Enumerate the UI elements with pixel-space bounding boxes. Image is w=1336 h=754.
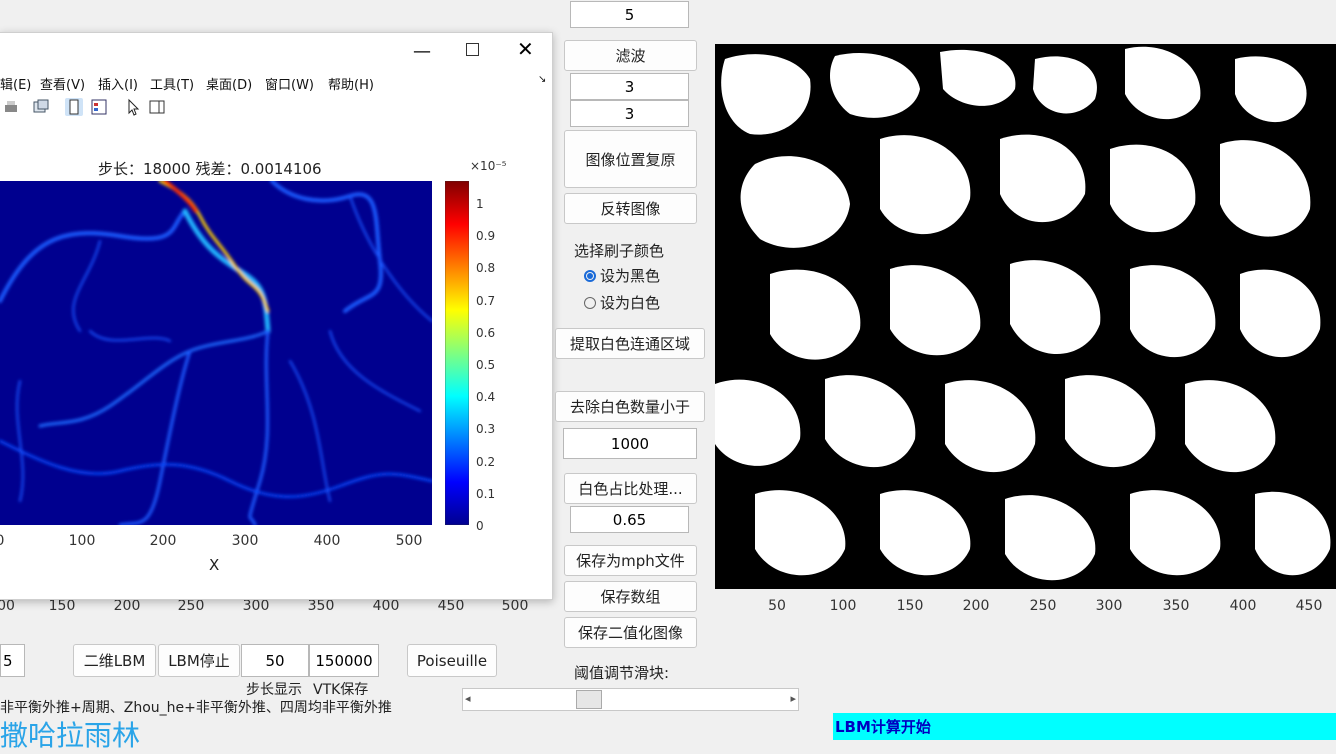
minimize-icon[interactable]: —: [413, 41, 431, 62]
image-x-tick: 200: [962, 598, 990, 614]
maximize-icon[interactable]: [466, 43, 479, 56]
main-axis-x-tick: 250: [177, 598, 205, 614]
white-ratio-button[interactable]: 白色占比处理...: [564, 473, 697, 504]
plot-browser-icon[interactable]: [148, 98, 166, 116]
menu-desktop[interactable]: 桌面(D): [206, 74, 252, 93]
colorbar[interactable]: [445, 181, 469, 525]
main-axis-x-tick: 300: [242, 598, 270, 614]
slider-left-arrow-icon[interactable]: ◂: [465, 692, 471, 705]
invert-image-button[interactable]: 反转图像: [564, 193, 697, 224]
brush-color-label: 选择刷子颜色: [574, 242, 665, 260]
colorbar-tick: 0.8: [476, 261, 496, 276]
reset-image-position-button[interactable]: 图像位置复原: [564, 130, 697, 188]
radio-black[interactable]: 设为黑色: [584, 265, 660, 286]
lbm-2d-button[interactable]: 二维LBM: [73, 644, 156, 677]
plot-x-tick: 100: [68, 533, 96, 549]
colorbar-tick: 0.5: [476, 358, 496, 372]
colorbar-tick: 0.9: [476, 229, 496, 244]
figure-menubar: 辑(E) 查看(V) 插入(I) 工具(T) 桌面(D) 窗口(W) 帮助(H)…: [0, 71, 552, 93]
main-axis-x-tick: 500: [501, 598, 529, 614]
white-ratio-field[interactable]: 0.65: [570, 506, 689, 533]
radio-black-label: 设为黑色: [600, 267, 661, 285]
velocity-field-plot[interactable]: [0, 181, 432, 525]
colorbar-tick: 0.6: [476, 325, 496, 340]
link-figure-icon[interactable]: [32, 98, 50, 116]
dock-arrow-icon[interactable]: ↘: [538, 74, 546, 85]
plot-x-tick: 400: [313, 533, 341, 549]
menu-window[interactable]: 窗口(W): [265, 74, 314, 93]
plot-x-tick: 0: [0, 533, 4, 549]
remove-small-white-button[interactable]: 去除白色数量小于: [555, 391, 705, 422]
filter-param1-field[interactable]: 3: [570, 73, 689, 100]
menu-tools[interactable]: 工具(T): [150, 74, 194, 93]
figure-window[interactable]: — ✕ 辑(E) 查看(V) 插入(I) 工具(T) 桌面(D) 窗口(W) 帮…: [0, 32, 553, 600]
watermark-text: 撒哈拉雨林: [0, 719, 141, 752]
radio-black-indicator[interactable]: [584, 269, 596, 282]
colorbar-tick: 0.7: [476, 293, 496, 308]
menu-help[interactable]: 帮助(H): [328, 74, 374, 93]
close-icon[interactable]: ✕: [517, 37, 534, 61]
plot-title: 步长：18000 残差：0.0014106: [98, 160, 322, 178]
left-value-field[interactable]: 5: [0, 644, 25, 677]
save-mph-button[interactable]: 保存为mph文件: [564, 545, 697, 576]
radio-white-label: 设为白色: [600, 294, 661, 312]
colorbar-tick: 0.4: [476, 390, 496, 405]
colorbar-tick: 0: [476, 519, 484, 533]
figure-toolbar: [0, 93, 552, 123]
main-axis-x-tick: 150: [48, 598, 76, 614]
slider-thumb[interactable]: [576, 690, 603, 709]
radio-white[interactable]: 设为白色: [584, 292, 660, 313]
step-display-field[interactable]: 50: [241, 644, 309, 677]
remove-threshold-field[interactable]: 1000: [563, 428, 697, 459]
main-axis-x-tick: 400: [372, 598, 400, 614]
threshold-slider-label: 阈值调节滑块:: [574, 664, 670, 682]
menu-edit[interactable]: 辑(E): [0, 74, 31, 93]
figure-title-bar[interactable]: — ✕: [0, 33, 552, 71]
print-icon[interactable]: [2, 98, 20, 116]
plot-x-tick: 500: [395, 533, 423, 549]
vtk-save-field[interactable]: 150000: [309, 644, 379, 677]
pointer-icon[interactable]: [124, 98, 142, 116]
slider-right-arrow-icon[interactable]: ▸: [790, 692, 796, 705]
plot-x-tick: 200: [149, 533, 177, 549]
image-x-tick: 250: [1029, 598, 1057, 614]
filter-button[interactable]: 滤波: [564, 40, 697, 71]
image-x-tick: 450: [1295, 598, 1323, 614]
vtk-save-label: VTK保存: [313, 682, 369, 698]
main-axis-x-tick: 200: [113, 598, 141, 614]
figure-mode-icon[interactable]: [65, 98, 83, 116]
threshold-slider[interactable]: ◂ ▸: [462, 688, 799, 711]
main-axis-x-tick: 350: [307, 598, 335, 614]
extract-white-region-button[interactable]: 提取白色连通区域: [555, 328, 705, 359]
save-array-button[interactable]: 保存数组: [564, 581, 697, 612]
image-x-tick: 400: [1229, 598, 1257, 614]
colorbar-exponent: ×10⁻⁵: [470, 159, 507, 173]
colorbar-tick: 0.1: [476, 486, 496, 501]
top-value-field[interactable]: 5: [570, 1, 689, 28]
plot-x-tick: 300: [231, 533, 259, 549]
image-x-tick: 50: [768, 598, 786, 614]
poiseuille-button[interactable]: Poiseuille: [407, 644, 497, 677]
save-binary-image-button[interactable]: 保存二值化图像: [564, 617, 697, 648]
main-axis-x-tick: 450: [437, 598, 465, 614]
step-display-label: 步长显示: [246, 682, 302, 698]
colorbar-tick: 0.3: [476, 422, 496, 437]
property-editor-icon[interactable]: [90, 98, 108, 116]
image-x-tick: 150: [896, 598, 924, 614]
radio-white-indicator[interactable]: [584, 296, 596, 309]
binary-pore-image[interactable]: [715, 44, 1336, 589]
image-x-tick: 100: [829, 598, 857, 614]
image-x-tick: 300: [1095, 598, 1123, 614]
plot-x-label: X: [209, 556, 220, 574]
colorbar-tick: 0.2: [476, 454, 496, 469]
menu-view[interactable]: 查看(V): [40, 74, 85, 93]
status-bar: LBM计算开始: [833, 713, 1336, 740]
image-x-tick: 350: [1162, 598, 1190, 614]
menu-insert[interactable]: 插入(I): [98, 74, 138, 93]
lbm-stop-button[interactable]: LBM停止: [158, 644, 240, 677]
filter-param2-field[interactable]: 3: [570, 100, 689, 127]
colorbar-tick: 1: [476, 197, 484, 211]
main-axis-x-tick: 00: [0, 598, 15, 614]
